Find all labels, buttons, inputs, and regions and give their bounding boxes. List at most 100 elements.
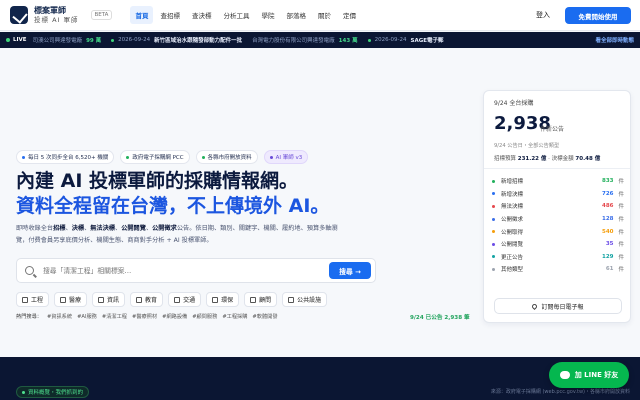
- beta-badge: BETA: [90, 10, 113, 20]
- dot-icon: [22, 390, 25, 394]
- dot-icon: [22, 155, 25, 159]
- logo-icon: [10, 6, 28, 24]
- ticker-item[interactable]: 2026-09-24 新竹區域治水跟隨發部動力配件一批: [111, 36, 242, 44]
- main-nav: 首頁 查招標 查決標 分析工具 學院 部落格 關於 定價: [130, 6, 361, 24]
- card-subtitle: 9/24 公告日・全部公告類型: [494, 143, 560, 149]
- category-it[interactable]: 資訊: [92, 292, 126, 307]
- list-item[interactable]: 更正公告 129 件: [492, 251, 624, 264]
- data-source-note: 來源：政府電子採購網 (web.pcc.gov.tw)・各縣市府開放資料: [490, 389, 630, 395]
- search-icon: [25, 266, 34, 275]
- view-all-live-link[interactable]: 看全部即時動態: [585, 32, 640, 48]
- category-education[interactable]: 教育: [130, 292, 164, 307]
- hot-tag[interactable]: #資訊系統: [47, 313, 72, 320]
- nav-analysis-tools[interactable]: 分析工具: [218, 6, 254, 24]
- facility-icon: [288, 296, 295, 303]
- hot-tag[interactable]: #清潔工程: [102, 313, 127, 320]
- book-icon: [136, 296, 143, 303]
- category-transport[interactable]: 交通: [168, 292, 202, 307]
- list-item[interactable]: 公開取得 540 件: [492, 225, 624, 238]
- nav-about[interactable]: 關於: [313, 6, 336, 24]
- dot-icon: [111, 38, 115, 42]
- hot-searches: 熱門搜尋： #資訊系統 #AI服務 #清潔工程 #醫療照材 #網路設備 #顧問服…: [16, 313, 278, 320]
- nav-blog[interactable]: 部落格: [281, 6, 311, 24]
- hot-tag[interactable]: #醫療照材: [132, 313, 157, 320]
- ticker-item[interactable]: 2026-09-24 SAGE電子郵: [367, 36, 444, 44]
- list-item[interactable]: 其他類型 61 件: [492, 263, 624, 276]
- dot-icon: [201, 155, 205, 159]
- login-link[interactable]: 登入: [536, 10, 550, 20]
- ticker-item[interactable]: 台灣電力股份有限公司興達發電廠 143 萬: [252, 36, 357, 44]
- card-heading: 9/24 全台採購: [494, 100, 534, 107]
- live-dot-icon: [6, 38, 10, 42]
- logo-title: 標案軍師: [34, 5, 66, 15]
- status-dot-icon: [492, 217, 495, 221]
- live-ticker: LIVE 司澳公司興達發電廠 99 萬 2026-09-24 新竹區域治水跟隨發…: [0, 32, 640, 48]
- ai-version-badge: AI 軍師 v3: [263, 150, 309, 164]
- status-dot-icon: [492, 255, 495, 259]
- hot-tag[interactable]: #AI服務: [77, 313, 97, 320]
- nav-pricing[interactable]: 定價: [338, 6, 361, 24]
- sync-badge: 每日 5 次同步全台 6,520+ 機關: [16, 150, 115, 164]
- hero-title-line1: 內建 AI 投標軍師的採購情報網。: [16, 170, 299, 192]
- category-public-facilities[interactable]: 公共設施: [282, 292, 328, 307]
- category-count-list: 新增招標 833 件 新增決標 726 件 無法決標 486 件 公開徵求 128 件 公開取得…: [492, 175, 624, 276]
- hot-tag[interactable]: #工程採購: [222, 313, 247, 320]
- hot-tag[interactable]: #網路設備: [162, 313, 187, 320]
- status-dot-icon: [492, 267, 495, 271]
- budget-stats: 招標預算 231.22 億 · 決標金額 70.48 億: [494, 156, 601, 162]
- hero-badges: 每日 5 次同步全台 6,520+ 機關 政府電子採購網 PCC 各縣市府開放資…: [16, 150, 309, 164]
- list-item[interactable]: 公開徵求 128 件: [492, 213, 624, 226]
- status-dot-icon: [492, 242, 495, 246]
- search-input[interactable]: [43, 266, 303, 275]
- total-unit: 件新公告: [540, 126, 565, 133]
- data-overview-chip: 資料概覽・我們抓到的: [16, 386, 90, 398]
- category-engineering[interactable]: 工程: [16, 292, 50, 307]
- logo[interactable]: 標案軍師 投標 AI 軍師 BETA: [10, 5, 113, 24]
- search-button[interactable]: 搜尋 →: [329, 262, 371, 279]
- hot-tag[interactable]: #軟體開發: [252, 313, 277, 320]
- bus-icon: [174, 296, 181, 303]
- list-item[interactable]: 公開閱覽 35 件: [492, 238, 624, 251]
- hero-description: 即時收錄全台招標、決標、無法決標、公開閱覽、公開徵求公告。依日期、類別、關鍵字、…: [16, 225, 338, 244]
- status-dot-icon: [492, 204, 495, 208]
- published-count: 9/24 已公告 2,938 筆: [410, 315, 470, 321]
- subscribe-newsletter-button[interactable]: 訂閱每日電子報: [494, 298, 622, 314]
- pcc-badge: 政府電子採購網 PCC: [120, 150, 190, 164]
- briefcase-icon: [250, 296, 257, 303]
- category-consulting[interactable]: 顧問: [244, 292, 278, 307]
- status-dot-icon: [492, 230, 495, 234]
- dot-icon: [269, 155, 273, 159]
- status-dot-icon: [492, 179, 495, 183]
- nav-tenders[interactable]: 查招標: [155, 6, 185, 24]
- logo-subtitle: 投標 AI 軍師: [34, 15, 79, 24]
- category-chips: 工程 醫療 資訊 教育 交通 環保 顧問 公共設施: [16, 292, 328, 307]
- list-item[interactable]: 新增招標 833 件: [492, 175, 624, 188]
- dot-icon: [126, 155, 130, 159]
- live-label: LIVE: [0, 37, 33, 43]
- daily-summary-card: 9/24 全台採購 2,938 件新公告 9/24 公告日・全部公告類型 招標預…: [483, 90, 631, 323]
- nav-awards[interactable]: 查決標: [187, 6, 217, 24]
- pin-icon: [531, 302, 539, 310]
- ticker-item[interactable]: 司澳公司興達發電廠 99 萬: [33, 36, 102, 44]
- nav-academy[interactable]: 學院: [256, 6, 279, 24]
- open-data-badge: 各縣市府開放資料: [195, 150, 258, 164]
- status-dot-icon: [492, 192, 495, 196]
- divider: [484, 168, 630, 169]
- add-line-friend-button[interactable]: 加 LINE 好友: [549, 362, 629, 388]
- hot-searches-label: 熱門搜尋：: [16, 314, 42, 320]
- hero-title-line2: 資料全程留在台灣，不上傳境外 AI。: [16, 195, 330, 217]
- building-icon: [22, 296, 28, 303]
- list-item[interactable]: 無法決標 486 件: [492, 200, 624, 213]
- free-start-button[interactable]: 免費開始使用: [565, 7, 631, 24]
- dot-icon: [367, 38, 371, 42]
- category-environment[interactable]: 環保: [206, 292, 240, 307]
- category-medical[interactable]: 醫療: [54, 292, 88, 307]
- medical-icon: [60, 296, 67, 303]
- search-bar: 搜尋 →: [16, 258, 376, 283]
- list-item[interactable]: 新增決標 726 件: [492, 188, 624, 201]
- nav-home[interactable]: 首頁: [130, 6, 154, 24]
- chat-icon: [559, 371, 570, 379]
- computer-icon: [98, 296, 105, 303]
- hot-tag[interactable]: #顧問服務: [192, 313, 217, 320]
- leaf-icon: [212, 296, 219, 303]
